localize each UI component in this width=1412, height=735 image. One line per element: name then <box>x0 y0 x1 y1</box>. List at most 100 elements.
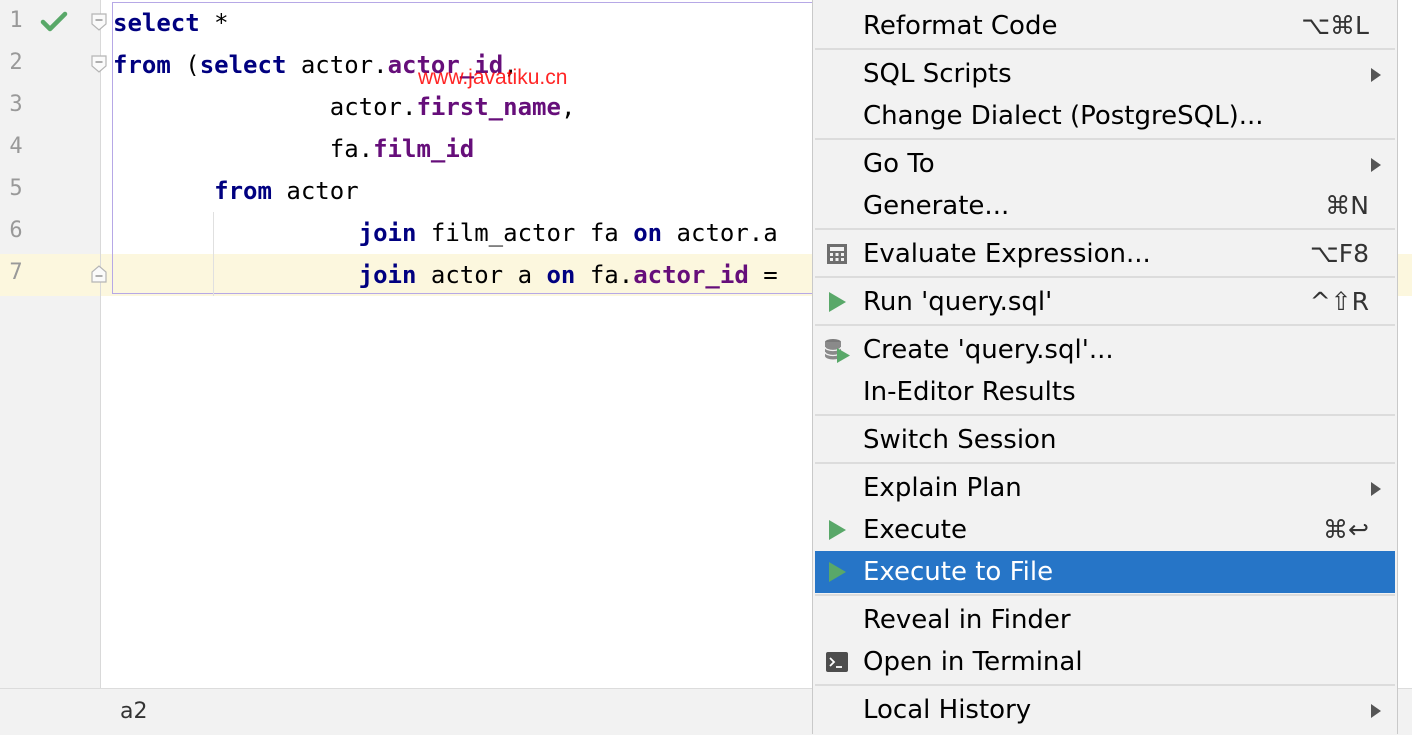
code-token: actor a <box>416 261 547 289</box>
menu-separator <box>815 462 1395 464</box>
menu-item-open-in-terminal[interactable]: Open in Terminal <box>815 641 1395 683</box>
submenu-arrow-icon <box>1371 68 1381 82</box>
menu-item-label: Go To <box>863 149 935 179</box>
menu-item-label: Execute to File <box>863 557 1054 587</box>
menu-item-shortcut: ⌥⌘L <box>1301 11 1369 40</box>
menu-item-explain-plan[interactable]: Explain Plan <box>815 467 1395 509</box>
calculator-icon <box>825 242 849 266</box>
menu-item-evaluate-expression[interactable]: Evaluate Expression... ⌥F8 <box>815 233 1395 275</box>
menu-separator <box>815 594 1395 596</box>
line-number: 7 <box>9 260 23 285</box>
code-token: fa. <box>113 135 374 163</box>
line-number: 2 <box>9 50 23 75</box>
code-token: fa. <box>575 261 634 289</box>
sql-keyword: select <box>199 51 287 79</box>
submenu-arrow-icon <box>1371 158 1381 172</box>
menu-item-reveal-in-finder[interactable]: Reveal in Finder <box>815 599 1395 641</box>
fold-toggle-icon[interactable] <box>91 13 107 31</box>
code-token: actor. <box>113 93 417 121</box>
code-token: ( <box>170 51 200 79</box>
menu-separator <box>815 414 1395 416</box>
status-text: a2 <box>120 699 148 724</box>
menu-item-shortcut: ⌘N <box>1325 191 1369 220</box>
menu-item-label: Reformat Code <box>863 11 1058 41</box>
menu-item-shortcut: ⌥F8 <box>1309 239 1369 268</box>
sql-column: actor_id <box>633 261 749 289</box>
menu-item-go-to[interactable]: Go To <box>815 143 1395 185</box>
run-icon <box>825 560 849 584</box>
code-token: film_actor fa <box>416 219 634 247</box>
menu-item-sql-scripts[interactable]: SQL Scripts <box>815 53 1395 95</box>
menu-item-change-dialect-postgresql[interactable]: Change Dialect (PostgreSQL)... <box>815 95 1395 137</box>
menu-item-execute[interactable]: Execute ⌘↩ <box>815 509 1395 551</box>
code-line[interactable]: fa.film_id <box>113 128 475 170</box>
submenu-arrow-icon <box>1371 482 1381 496</box>
code-token: * <box>199 9 229 37</box>
sql-column: first_name <box>416 93 561 121</box>
line-number: 5 <box>9 176 23 201</box>
line-number: 1 <box>9 8 23 33</box>
menu-item-execute-to-file[interactable]: Execute to File <box>815 551 1395 593</box>
menu-item-label: Change Dialect (PostgreSQL)... <box>863 101 1264 131</box>
menu-separator <box>815 48 1395 50</box>
menu-item-shortcut: ^⇧R <box>1309 287 1369 316</box>
sql-keyword: on <box>546 261 576 289</box>
terminal-icon <box>825 650 849 674</box>
menu-item-run-query-sql[interactable]: Run 'query.sql' ^⇧R <box>815 281 1395 323</box>
code-line[interactable]: from actor <box>113 170 359 212</box>
menu-item-label: Create 'query.sql'... <box>863 335 1114 365</box>
menu-item-generate[interactable]: Generate... ⌘N <box>815 185 1395 227</box>
menu-separator <box>815 276 1395 278</box>
menu-separator <box>815 228 1395 230</box>
run-icon <box>825 518 849 542</box>
code-line[interactable]: join actor a on fa.actor_id = <box>113 254 778 296</box>
sql-column: film_id <box>373 135 475 163</box>
fold-toggle-icon[interactable] <box>91 265 107 283</box>
menu-item-label: Switch Session <box>863 425 1057 455</box>
menu-item-label: In-Editor Results <box>863 377 1076 407</box>
code-line[interactable]: select * <box>113 2 229 44</box>
menu-item-local-history[interactable]: Local History <box>815 689 1395 731</box>
checkmark-icon <box>40 10 68 39</box>
menu-item-label: Open in Terminal <box>863 647 1083 677</box>
code-token: actor. <box>286 51 388 79</box>
line-number: 3 <box>9 92 23 117</box>
menu-item-label: Generate... <box>863 191 1010 221</box>
menu-item-label: Reveal in Finder <box>863 605 1071 635</box>
menu-item-in-editor-results[interactable]: In-Editor Results <box>815 371 1395 413</box>
line-number: 6 <box>9 218 23 243</box>
submenu-arrow-icon <box>1371 704 1381 718</box>
menu-item-create-query-sql[interactable]: Create 'query.sql'... <box>815 329 1395 371</box>
sql-keyword: from <box>113 51 171 79</box>
sql-keyword: join <box>358 219 417 247</box>
sql-keyword: from <box>214 177 272 205</box>
menu-item-shortcut: ⌘↩ <box>1323 515 1369 544</box>
menu-item-reformat-code[interactable]: Reformat Code ⌥⌘L <box>815 5 1395 47</box>
menu-item-label: Execute <box>863 515 967 545</box>
menu-item-label: Local History <box>863 695 1032 725</box>
menu-item-label: Evaluate Expression... <box>863 239 1151 269</box>
menu-item-label: Explain Plan <box>863 473 1022 503</box>
menu-item-label: SQL Scripts <box>863 59 1012 89</box>
sql-keyword: on <box>633 219 663 247</box>
run-icon <box>825 290 849 314</box>
code-line[interactable]: join film_actor fa on actor.a <box>113 212 778 254</box>
code-token: actor.a <box>662 219 778 247</box>
database-run-icon <box>823 337 850 363</box>
menu-item-label: Run 'query.sql' <box>863 287 1053 317</box>
code-line[interactable]: actor.first_name, <box>113 86 576 128</box>
menu-separator <box>815 324 1395 326</box>
menu-item-switch-session[interactable]: Switch Session <box>815 419 1395 461</box>
line-number: 4 <box>9 134 23 159</box>
sql-keyword: join <box>358 261 417 289</box>
menu-separator <box>815 684 1395 686</box>
context-menu[interactable]: Reformat Code ⌥⌘L SQL Scripts Change Dialec… <box>812 0 1398 734</box>
menu-separator <box>815 138 1395 140</box>
fold-toggle-icon[interactable] <box>91 55 107 73</box>
code-token: , <box>560 93 576 121</box>
code-token: actor <box>271 177 359 205</box>
code-token: = <box>748 261 778 289</box>
